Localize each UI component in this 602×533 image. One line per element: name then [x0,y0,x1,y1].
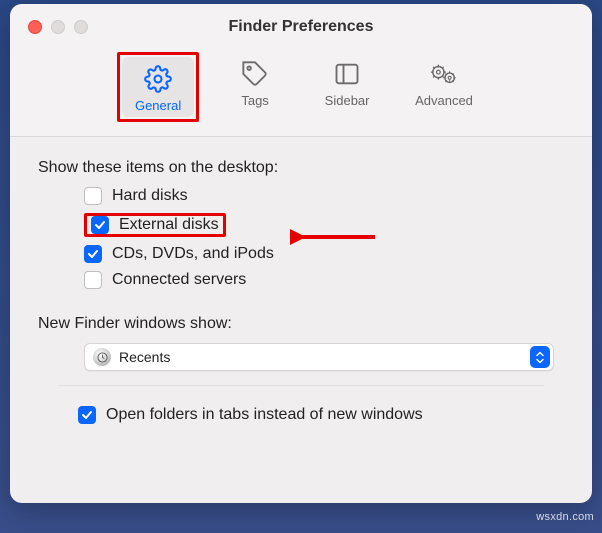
checkbox-cds[interactable] [84,245,102,263]
tab-sidebar[interactable]: Sidebar [311,52,383,122]
toolbar: General Tags Sidebar [10,50,592,137]
annotation-highlight-external-disks: External disks [84,213,226,237]
dropdown-row: Recents [38,343,564,371]
tab-tags[interactable]: Tags [219,52,291,122]
check-label: External disks [119,216,219,234]
window-title: Finder Preferences [10,18,592,36]
preferences-window: Finder Preferences General Tags Sidebar [10,4,592,503]
new-window-dropdown[interactable]: Recents [84,343,554,371]
check-label: Connected servers [112,271,246,289]
tab-advanced[interactable]: Advanced [403,52,485,122]
watermark: wsxdn.com [536,511,594,523]
tab-general[interactable]: General [122,57,194,117]
tab-label: General [135,98,181,113]
minimize-button[interactable] [51,20,65,34]
traffic-lights [28,20,88,34]
checkbox-connected-servers[interactable] [84,271,102,289]
checkbox-external-disks[interactable] [91,216,109,234]
checkbox-hard-disks[interactable] [84,187,102,205]
chevron-updown-icon [530,346,550,368]
check-label: CDs, DVDs, and iPods [112,245,274,263]
content: Show these items on the desktop: Hard di… [10,137,592,442]
tag-icon [239,58,271,90]
check-row-hard-disks: Hard disks [84,187,564,205]
check-row-open-in-tabs: Open folders in tabs instead of new wind… [38,406,564,424]
annotation-arrow-icon [290,226,380,248]
check-label: Open folders in tabs instead of new wind… [106,406,423,424]
maximize-button[interactable] [74,20,88,34]
titlebar: Finder Preferences [10,4,592,50]
dropdown-value: Recents [119,349,170,365]
gears-icon [428,58,460,90]
annotation-highlight-general: General [117,52,199,122]
section-label-desktop-items: Show these items on the desktop: [38,159,564,177]
gear-icon [142,63,174,95]
check-row-connected-servers: Connected servers [84,271,564,289]
tab-label: Advanced [415,93,473,108]
tab-label: Sidebar [325,93,370,108]
clock-icon [93,348,111,366]
section-label-new-windows: New Finder windows show: [38,315,564,333]
dropdown-content: Recents [93,348,170,366]
sidebar-icon [331,58,363,90]
divider [58,385,544,386]
check-label: Hard disks [112,187,188,205]
tab-label: Tags [241,93,268,108]
close-button[interactable] [28,20,42,34]
checkbox-open-in-tabs[interactable] [78,406,96,424]
